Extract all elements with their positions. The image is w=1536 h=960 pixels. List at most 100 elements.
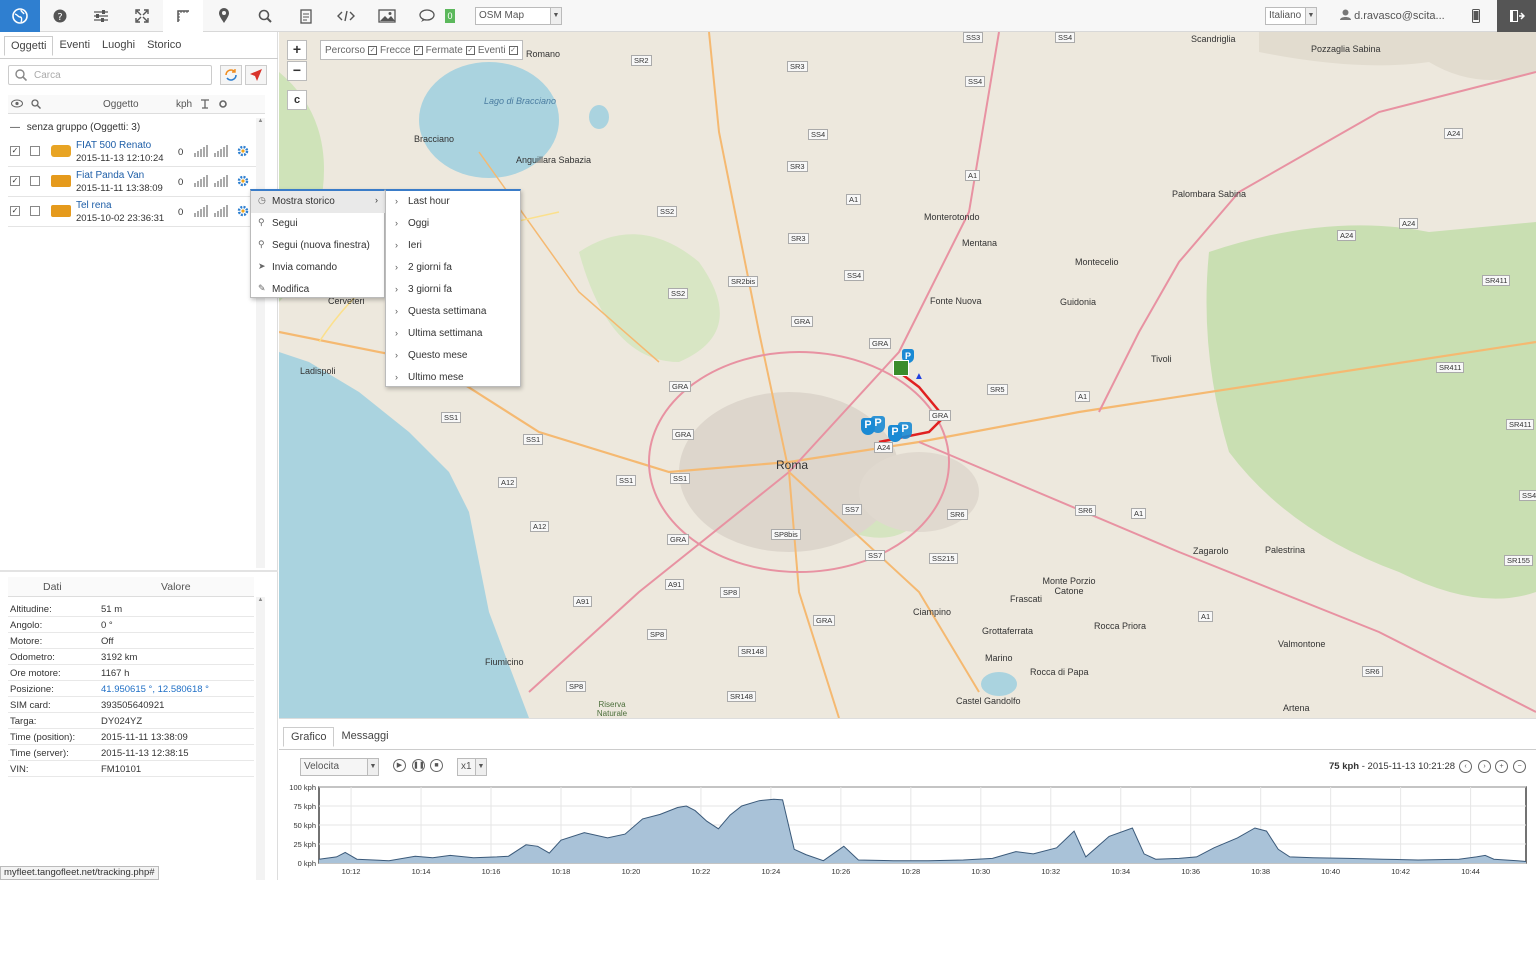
- gear-icon[interactable]: [237, 205, 249, 217]
- menu-item-follow-new-window[interactable]: ⚲ Segui (nuova finestra): [251, 235, 386, 257]
- road-shield: SR3: [787, 61, 808, 72]
- play-icon[interactable]: ▶: [393, 759, 406, 772]
- panel-splitter[interactable]: [0, 570, 278, 572]
- tab-grafico[interactable]: Grafico: [283, 727, 335, 747]
- gear-icon[interactable]: [237, 175, 249, 187]
- menu-item-show-history[interactable]: ◷ Mostra storico ›: [251, 191, 386, 213]
- layer-stops-checkbox[interactable]: ✓: [465, 45, 475, 55]
- user-menu[interactable]: d.ravasco@scita...: [1340, 9, 1445, 22]
- zoom-out-button[interactable]: −: [287, 61, 307, 81]
- map-label: Pozzaglia Sabina: [1311, 44, 1381, 54]
- list-item[interactable]: ✓ Fiat Panda Van 2015-11-11 13:38:09 0: [8, 167, 256, 197]
- layer-arrows-checkbox[interactable]: ✓: [413, 45, 423, 55]
- search-icon[interactable]: [31, 99, 41, 112]
- layer-events-checkbox[interactable]: ✓: [508, 45, 518, 55]
- object-name[interactable]: Tel rena: [76, 200, 112, 211]
- code-icon[interactable]: [326, 0, 366, 32]
- data-key: Time (position):: [10, 732, 76, 743]
- submenu-item[interactable]: › 3 giorni fa: [386, 279, 521, 301]
- submenu-item[interactable]: › Ultimo mese: [386, 367, 521, 389]
- eye-icon[interactable]: [11, 99, 23, 111]
- refresh-icon[interactable]: [220, 65, 242, 85]
- search-icon[interactable]: [245, 0, 285, 32]
- object-time: 2015-10-02 23:36:31: [76, 213, 165, 224]
- submenu-item[interactable]: › Ultima settimana: [386, 323, 521, 345]
- playback-speed-select[interactable]: x1 ▼: [457, 758, 487, 776]
- road-shield: SS7: [842, 504, 863, 515]
- scroll-up-icon[interactable]: ▲: [256, 597, 265, 603]
- gear-icon[interactable]: [237, 145, 249, 157]
- fullscreen-icon[interactable]: [122, 0, 162, 32]
- visible-checkbox[interactable]: ✓: [10, 146, 20, 156]
- tab-storico[interactable]: Storico: [141, 36, 187, 56]
- tab-messaggi[interactable]: Messaggi: [334, 727, 395, 747]
- zoom-in-button[interactable]: +: [287, 40, 307, 60]
- visible-checkbox[interactable]: ✓: [10, 176, 20, 186]
- image-icon[interactable]: [367, 0, 407, 32]
- speed-chart[interactable]: 100 kph 75 kph 50 kph 25 kph 0 kph 10:12 10:14…: [279, 781, 1536, 881]
- van-icon: [51, 205, 71, 217]
- parking-marker[interactable]: P: [871, 416, 885, 433]
- scroll-up-icon[interactable]: ▲: [256, 118, 265, 124]
- tab-luoghi[interactable]: Luoghi: [96, 36, 141, 56]
- column-header-object[interactable]: Oggetto: [103, 99, 139, 110]
- language-select[interactable]: Italiano ▼: [1265, 7, 1317, 25]
- submenu-item[interactable]: › Ieri: [386, 235, 521, 257]
- zoom-in-icon[interactable]: +: [1495, 760, 1508, 773]
- zoom-out-icon[interactable]: −: [1513, 760, 1526, 773]
- parking-marker[interactable]: P: [898, 422, 912, 439]
- settings-sliders-icon[interactable]: [81, 0, 121, 32]
- pause-icon[interactable]: ❚❚: [412, 759, 425, 772]
- submenu-item[interactable]: › Questo mese: [386, 345, 521, 367]
- submenu-item[interactable]: › 2 giorni fa: [386, 257, 521, 279]
- chevron-right-icon: ›: [395, 218, 398, 228]
- map-type-select[interactable]: OSM Map ▼: [475, 7, 562, 25]
- tab-eventi[interactable]: Eventi: [53, 36, 96, 56]
- vehicle-marker-icon[interactable]: [893, 360, 909, 376]
- data-table-scrollbar[interactable]: ▲: [256, 597, 265, 880]
- metric-select[interactable]: Velocita ▼: [300, 758, 379, 776]
- help-icon[interactable]: ?: [40, 0, 80, 32]
- chevron-right-icon[interactable]: ›: [1478, 760, 1491, 773]
- map-marker-icon[interactable]: [204, 0, 244, 32]
- visible-checkbox[interactable]: ✓: [10, 206, 20, 216]
- group-header[interactable]: — senza gruppo (Oggetti: 3): [10, 122, 140, 133]
- list-item[interactable]: ✓ Tel rena 2015-10-02 23:36:31 0: [8, 197, 256, 227]
- ruler-icon[interactable]: [163, 0, 203, 32]
- readout-time: - 2015-11-13 10:21:28: [1359, 761, 1456, 772]
- tab-oggetti[interactable]: Oggetti: [4, 36, 54, 56]
- locate-arrow-icon[interactable]: [245, 65, 267, 85]
- menu-item-follow[interactable]: ⚲ Segui: [251, 213, 386, 235]
- menu-item-send-command[interactable]: ➤ Invia comando: [251, 257, 386, 279]
- submenu-item[interactable]: › Oggi: [386, 213, 521, 235]
- position-link[interactable]: 41.950615 °, 12.580618 °: [101, 684, 209, 695]
- object-name[interactable]: Fiat Panda Van: [76, 170, 144, 181]
- road-shield: SR6: [1075, 505, 1096, 516]
- center-button[interactable]: c: [287, 90, 307, 110]
- stop-icon[interactable]: ■: [430, 759, 443, 772]
- search-input[interactable]: Carca: [8, 65, 212, 85]
- menu-item-edit[interactable]: ✎ Modifica: [251, 279, 386, 301]
- mobile-icon[interactable]: [1463, 0, 1489, 32]
- data-table-header: Dati Valore: [8, 577, 254, 597]
- submenu-item[interactable]: › Last hour: [386, 191, 521, 213]
- map-label: Valmontone: [1278, 639, 1326, 649]
- chat-icon[interactable]: [408, 0, 448, 32]
- chevron-right-icon: ›: [395, 306, 398, 316]
- data-value: 2015-11-13 12:38:15: [101, 748, 189, 759]
- globe-icon[interactable]: [0, 0, 40, 32]
- layer-route-checkbox[interactable]: ✓: [368, 45, 378, 55]
- follow-checkbox[interactable]: [30, 206, 40, 216]
- submenu-item[interactable]: › Questa settimana: [386, 301, 521, 323]
- object-name[interactable]: FIAT 500 Renato: [76, 140, 151, 151]
- logout-icon[interactable]: [1497, 0, 1536, 32]
- column-header-speed[interactable]: kph: [176, 99, 192, 110]
- follow-checkbox[interactable]: [30, 176, 40, 186]
- follow-checkbox[interactable]: [30, 146, 40, 156]
- chevron-left-icon[interactable]: ‹: [1459, 760, 1472, 773]
- report-icon[interactable]: [286, 0, 326, 32]
- object-list-scrollbar[interactable]: ▲: [256, 118, 265, 568]
- chevron-right-icon: ›: [375, 195, 378, 205]
- list-item[interactable]: ✓ FIAT 500 Renato 2015-11-13 12:10:24 0: [8, 137, 256, 167]
- layer-toggles: Percorso ✓ Frecce ✓ Fermate ✓ Eventi ✓: [320, 40, 523, 60]
